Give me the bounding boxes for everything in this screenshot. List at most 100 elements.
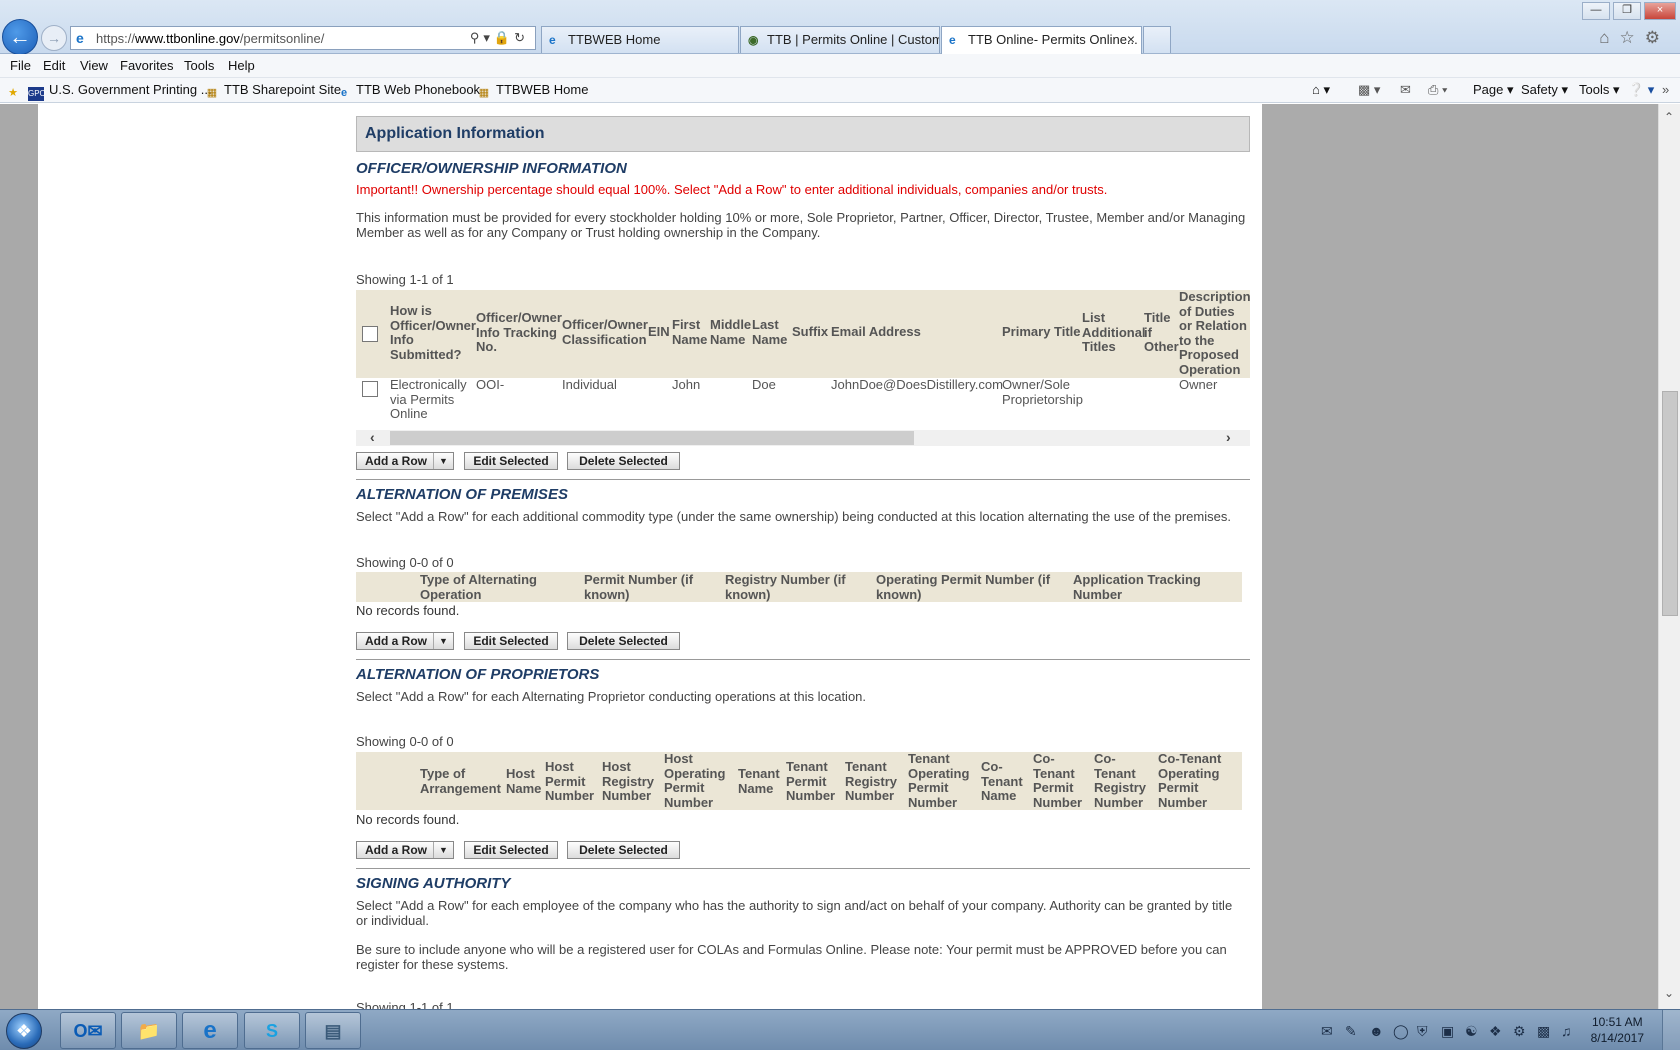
officer-add-row-button[interactable]: Add a Row ▼ <box>356 452 454 470</box>
dropdown-arrow-icon[interactable]: ▼ <box>433 633 453 649</box>
menu-bar: File Edit View Favorites Tools Help <box>0 54 1680 78</box>
cmd-print[interactable]: ⎙ ▾ <box>1428 82 1447 98</box>
scrollbar-thumb[interactable] <box>1662 391 1678 616</box>
gear-icon[interactable]: ⚙ <box>1645 28 1670 47</box>
close-tab-icon[interactable]: × <box>1127 31 1135 47</box>
officer-edit-selected-button[interactable]: Edit Selected <box>464 452 558 470</box>
tray-key-icon[interactable]: ⚙ <box>1513 1023 1526 1040</box>
fav-ttbweb-home[interactable]: ▦ TTBWEB Home <box>477 82 589 100</box>
taskbar-internet-explorer[interactable]: e <box>182 1012 238 1049</box>
address-url[interactable]: https://www.ttbonline.gov/permitsonline/ <box>96 31 324 46</box>
taskbar-outlook[interactable]: O✉ <box>60 1012 116 1049</box>
close-window-button[interactable]: × <box>1644 2 1676 20</box>
scroll-left-icon[interactable]: ‹ <box>370 429 375 445</box>
tray-user-icon[interactable]: ☻ <box>1369 1023 1384 1039</box>
col-registry-number: Registry Number (if known) <box>725 572 846 602</box>
taskbar-skype[interactable]: S <box>244 1012 300 1049</box>
browser-home-favorites-settings: ⌂☆⚙ <box>1599 28 1670 48</box>
tab-permits-online-customer[interactable]: ◉ TTB | Permits Online | Custom... <box>740 26 940 53</box>
forward-button[interactable]: → <box>41 25 67 51</box>
row-checkbox[interactable] <box>362 381 378 397</box>
page-body: Application Information OFFICER/OWNERSHI… <box>38 104 1262 1009</box>
browser-titlebar: ← → e https://www.ttbonline.gov/permitso… <box>0 0 1680 55</box>
tray-outlook-icon[interactable]: ✉ <box>1321 1023 1333 1040</box>
menu-tools[interactable]: Tools <box>184 58 214 73</box>
cmd-page[interactable]: Page ▾ <box>1473 82 1514 98</box>
proprietors-description: Select "Add a Row" for each Alternating … <box>356 689 867 704</box>
cmd-mail[interactable]: ✉ <box>1400 82 1411 98</box>
taskbar-window-app[interactable]: ▤ <box>305 1012 361 1049</box>
menu-help[interactable]: Help <box>228 58 255 73</box>
signing-description: Select "Add a Row" for each employee of … <box>356 898 1233 928</box>
minimize-button[interactable]: — <box>1582 2 1610 20</box>
back-button[interactable]: ← <box>2 19 38 55</box>
tray-volume-icon[interactable]: ♫ <box>1561 1023 1572 1039</box>
officer-table-horizontal-scrollbar[interactable]: ‹ › <box>356 429 1250 446</box>
tab-permits-online[interactable]: e TTB Online- Permits Online... × <box>941 26 1142 54</box>
home-icon[interactable]: ⌂ <box>1599 28 1619 47</box>
tab-ttbweb-home[interactable]: e TTBWEB Home <box>541 26 739 53</box>
taskbar-explorer[interactable]: 📁 <box>121 1012 177 1049</box>
premises-edit-selected-button[interactable]: Edit Selected <box>464 632 558 650</box>
page-viewport: ⌃ ⌄ Application Information OFFICER/OWNE… <box>0 104 1680 1009</box>
premises-add-row-button[interactable]: Add a Row ▼ <box>356 632 454 650</box>
restore-button[interactable]: ❐ <box>1613 2 1641 20</box>
ttb-seal-icon: ◉ <box>748 33 759 47</box>
proprietors-delete-selected-button[interactable]: Delete Selected <box>567 841 680 859</box>
cell-primary-title: Owner/Sole Proprietorship <box>1002 377 1083 407</box>
officer-delete-selected-button[interactable]: Delete Selected <box>567 452 680 470</box>
address-actions-icon[interactable]: ⚲▾🔒↻ <box>470 30 529 46</box>
col-tenant-registry: Tenant Registry Number <box>845 759 898 803</box>
dropdown-arrow-icon[interactable]: ▼ <box>433 453 453 469</box>
cmd-tools-label: Tools <box>1579 82 1610 97</box>
cell-submitted: Electronically via Permits Online <box>390 377 467 421</box>
favorites-star-icon[interactable]: ☆ <box>1620 28 1645 47</box>
horizontal-scrollbar-thumb[interactable] <box>390 431 914 445</box>
col-tenant-name: Tenant Name <box>738 766 780 796</box>
tray-sync-icon[interactable]: ☯ <box>1465 1023 1478 1040</box>
start-button[interactable]: ❖ <box>6 1013 42 1049</box>
cmd-help[interactable]: ❔ ▾ <box>1628 82 1654 98</box>
scroll-up-icon[interactable]: ⌃ <box>1664 110 1674 124</box>
proprietors-edit-selected-button[interactable]: Edit Selected <box>464 841 558 859</box>
address-bar[interactable]: e https://www.ttbonline.gov/permitsonlin… <box>70 26 536 50</box>
scroll-down-icon[interactable]: ⌄ <box>1664 986 1674 1000</box>
col-alternating-operation: Type of Alternating Operation <box>420 572 537 602</box>
col-title-other: Title if Other <box>1144 310 1179 354</box>
tray-network-icon[interactable]: ▩ <box>1537 1023 1550 1040</box>
tray-pen-icon[interactable]: ✎ <box>1345 1023 1357 1040</box>
menu-view[interactable]: View <box>80 58 108 73</box>
menu-edit[interactable]: Edit <box>43 58 65 73</box>
favorites-bar: ★ GPO U.S. Government Printing ... ▦ TTB S… <box>0 78 1680 103</box>
menu-file[interactable]: File <box>10 58 31 73</box>
show-desktop-button[interactable] <box>1662 1010 1680 1050</box>
proprietors-table-header: Type of Arrangement Host Name Host Permi… <box>356 751 1242 810</box>
scroll-right-icon[interactable]: › <box>1226 429 1231 445</box>
cmd-safety[interactable]: Safety ▾ <box>1521 82 1568 98</box>
fav-phonebook[interactable]: e TTB Web Phonebook <box>337 82 480 100</box>
url-scheme: https:// <box>96 31 136 46</box>
menu-favorites[interactable]: Favorites <box>120 58 173 73</box>
cell-tracking: OOI- <box>476 377 505 392</box>
new-tab-button[interactable] <box>1143 26 1171 53</box>
tray-nx-icon[interactable]: ❖ <box>1489 1023 1502 1040</box>
tray-shield-icon[interactable]: ⛨ <box>1417 1023 1428 1040</box>
chevron-right-icon[interactable]: » <box>1662 82 1669 97</box>
dropdown-arrow-icon[interactable]: ▼ <box>433 842 453 858</box>
proprietors-add-row-button[interactable]: Add a Row ▼ <box>356 841 454 859</box>
taskbar-clock[interactable]: 10:51 AM 8/14/2017 <box>1591 1014 1644 1046</box>
fav-gpo[interactable]: GPO U.S. Government Printing ... <box>28 82 212 101</box>
tray-skype-icon[interactable]: ◯ <box>1393 1023 1409 1040</box>
cmd-feeds[interactable]: ▩ ▾ <box>1358 82 1380 98</box>
cell-email: JohnDoe@DoesDistillery.com <box>831 377 1003 392</box>
application-information-header: Application Information <box>356 116 1250 152</box>
cmd-home[interactable]: ⌂ ▾ <box>1312 82 1330 98</box>
officer-description: This information must be provided for ev… <box>356 210 1246 240</box>
cmd-tools[interactable]: Tools ▾ <box>1579 82 1620 98</box>
select-all-checkbox[interactable] <box>362 326 378 342</box>
tray-device-icon[interactable]: ▣ <box>1441 1023 1454 1040</box>
premises-delete-selected-button[interactable]: Delete Selected <box>567 632 680 650</box>
favorites-bar-star[interactable]: ★ <box>6 82 25 100</box>
fav-sharepoint[interactable]: ▦ TTB Sharepoint Site <box>205 82 341 100</box>
vertical-scrollbar[interactable]: ⌃ ⌄ <box>1658 104 1680 1009</box>
